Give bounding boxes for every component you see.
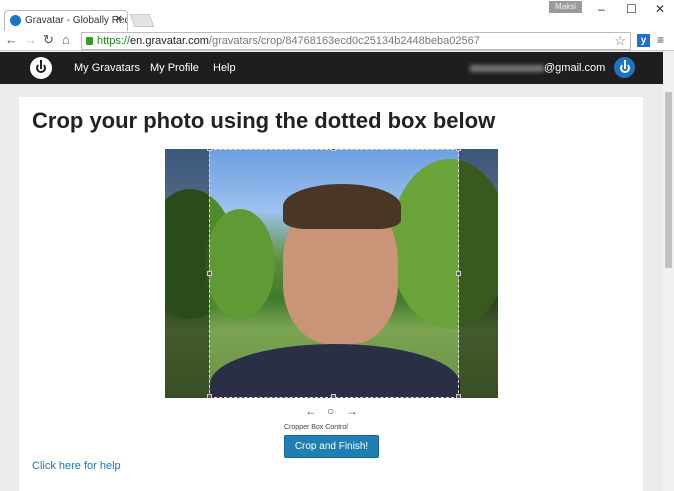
lock-icon bbox=[86, 37, 93, 45]
email-domain: @gmail.com bbox=[544, 62, 606, 74]
account-email[interactable]: @gmail.com bbox=[470, 62, 605, 74]
scrollbar-thumb[interactable] bbox=[665, 92, 672, 268]
crop-handle[interactable] bbox=[456, 271, 461, 276]
dim-right bbox=[459, 149, 498, 398]
browser-toolbar: ← → ↻ ⌂ https://en.gravatar.com/gravatar… bbox=[0, 31, 674, 51]
minimize-icon[interactable]: – bbox=[598, 2, 605, 16]
center-control[interactable]: ○ bbox=[327, 404, 334, 418]
avatar[interactable] bbox=[614, 57, 635, 78]
site-nav: My Gravatars My Profile Help @gmail.com bbox=[0, 52, 663, 84]
crop-handle[interactable] bbox=[331, 149, 336, 151]
url-scheme: https:// bbox=[97, 35, 131, 47]
address-bar[interactable]: https://en.gravatar.com/gravatars/crop/8… bbox=[81, 32, 631, 50]
forward-icon[interactable]: → bbox=[24, 32, 37, 47]
profile-name[interactable]: Maksi bbox=[549, 1, 582, 13]
crop-handle[interactable] bbox=[331, 394, 336, 398]
crop-handle[interactable] bbox=[207, 271, 212, 276]
bookmark-star-icon[interactable]: ☆ bbox=[614, 33, 626, 49]
tab-title: Gravatar - Globally Recog bbox=[25, 15, 127, 26]
tab-bar: Gravatar - Globally Recog✕ Maksi – ☐ ✕ bbox=[0, 0, 674, 31]
new-tab-button[interactable] bbox=[129, 14, 155, 27]
gravatar-logo[interactable] bbox=[30, 57, 52, 79]
gravatar-favicon bbox=[10, 15, 21, 26]
crop-handle[interactable] bbox=[207, 394, 212, 398]
nav-my-profile[interactable]: My Profile bbox=[150, 62, 199, 74]
back-icon[interactable]: ← bbox=[5, 32, 18, 47]
browser-tab[interactable]: Gravatar - Globally Recog✕ bbox=[4, 10, 128, 31]
url-domain: en.gravatar.com bbox=[130, 35, 209, 47]
crop-photo[interactable] bbox=[165, 149, 498, 398]
nav-my-gravatars[interactable]: My Gravatars bbox=[74, 62, 140, 74]
nav-help[interactable]: Help bbox=[213, 62, 236, 74]
move-left-arrow[interactable]: ← bbox=[305, 404, 317, 418]
close-tab-icon[interactable]: ✕ bbox=[115, 14, 123, 25]
page-title: Crop your photo using the dotted box bel… bbox=[32, 108, 496, 133]
help-link[interactable]: Click here for help bbox=[32, 460, 121, 472]
crop-handle[interactable] bbox=[456, 394, 461, 398]
maximize-icon[interactable]: ☐ bbox=[626, 2, 637, 16]
dim-left bbox=[165, 149, 209, 398]
extension-icon[interactable]: y bbox=[637, 34, 650, 47]
close-window-icon[interactable]: ✕ bbox=[655, 2, 665, 16]
crop-handle[interactable] bbox=[456, 149, 461, 151]
move-right-arrow[interactable]: → bbox=[346, 404, 358, 418]
menu-icon[interactable]: ≡ bbox=[657, 33, 664, 47]
home-icon[interactable]: ⌂ bbox=[62, 32, 70, 47]
reload-icon[interactable]: ↻ bbox=[43, 32, 54, 48]
crop-box[interactable] bbox=[209, 149, 459, 398]
crop-handle[interactable] bbox=[207, 149, 212, 151]
cropper-box-control-label: Cropper Box Control bbox=[284, 424, 348, 431]
crop-and-finish-button[interactable]: Crop and Finish! bbox=[284, 435, 379, 458]
url-path: /gravatars/crop/84768163ecd0c25134b2448b… bbox=[208, 35, 480, 47]
